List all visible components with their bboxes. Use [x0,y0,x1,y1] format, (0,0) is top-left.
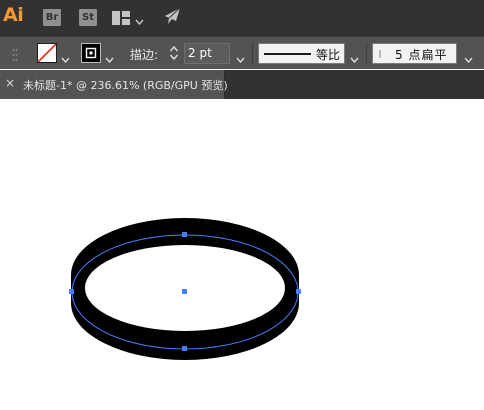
anchor-point-right[interactable] [296,289,301,294]
stroke-weight-stepper-icon[interactable] [169,44,179,66]
sync-icon[interactable] [162,7,181,29]
illustrator-logo: Ai [3,4,24,26]
stock-button[interactable]: St [79,9,97,26]
profile-label: 等比 [316,48,341,62]
artboard-canvas[interactable] [0,99,484,410]
document-tab-strip: × 未标题-1* @ 236.61% (RGB/GPU 预览) [0,70,484,99]
center-point[interactable] [182,289,187,294]
brush-label: 5 点扁平 [395,48,448,62]
divider [366,43,367,64]
anchor-point-left[interactable] [69,289,74,294]
panel-grip-icon[interactable] [12,47,18,66]
document-tab[interactable]: × 未标题-1* @ 236.61% (RGB/GPU 预览) [0,70,228,99]
brush-definition-select[interactable]: 5 点扁平 [372,43,457,64]
brush-dropdown-chevron-icon[interactable] [464,49,473,68]
stroke-dropdown-chevron-icon[interactable] [105,49,114,68]
fill-swatch[interactable] [37,43,57,63]
control-bar: 描边: 2 pt 等比 5 点扁平 [0,36,484,69]
document-tab-title: 未标题-1* @ 236.61% (RGB/GPU 预览) [23,79,228,92]
chevron-down-icon[interactable] [135,11,144,30]
fill-dropdown-chevron-icon[interactable] [61,49,70,68]
brush-preview-icon [379,50,381,58]
application-menu-bar: Ai Br St [0,0,484,36]
bridge-button[interactable]: Br [43,9,61,26]
anchor-point-top[interactable] [182,232,187,237]
stroke-weight-input[interactable]: 2 pt [184,43,230,64]
variable-width-profile-select[interactable]: 等比 [258,43,345,64]
arrange-documents-icon[interactable] [112,10,130,29]
stroke-label: 描边: [130,48,159,62]
profile-dropdown-chevron-icon[interactable] [350,49,359,68]
canvas-artwork [69,218,301,360]
stroke-swatch[interactable] [81,43,101,63]
stroke-weight-dropdown-chevron-icon[interactable] [236,49,245,68]
close-tab-icon[interactable]: × [5,76,15,90]
anchor-point-bottom[interactable] [182,346,187,351]
divider [252,43,253,64]
profile-line-preview [264,53,311,55]
